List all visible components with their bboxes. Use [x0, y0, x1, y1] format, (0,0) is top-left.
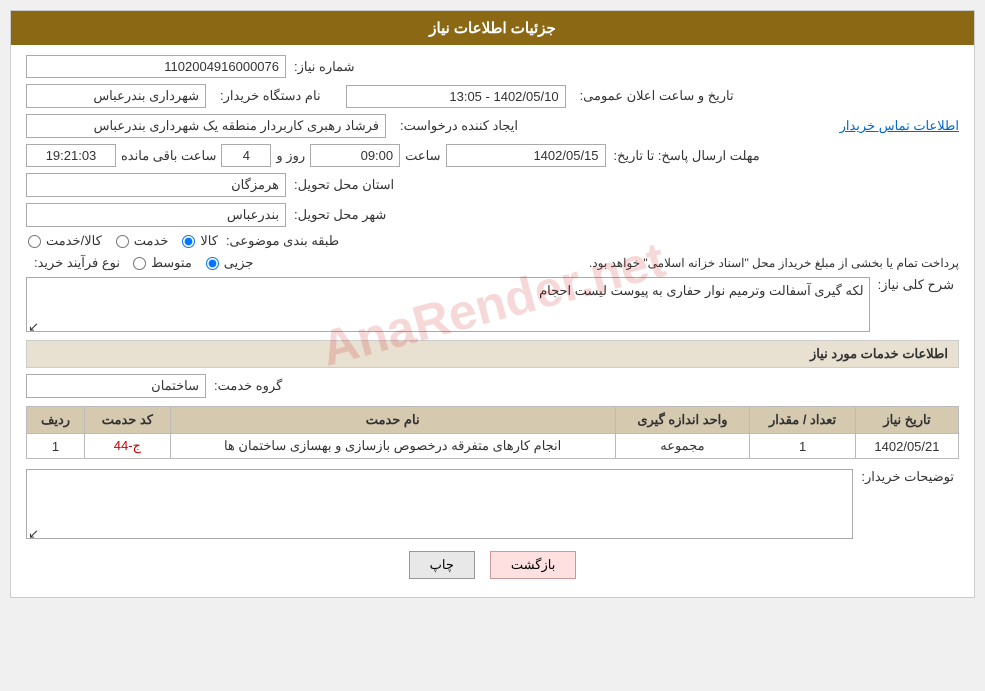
radio-goods-service[interactable]: کالا/خدمت	[26, 233, 102, 249]
deadline-remaining-label: ساعت باقی مانده	[121, 148, 216, 164]
deadline-days-label: روز و	[276, 148, 305, 164]
resize-handle-2: ↙	[29, 526, 39, 536]
deadline-label: مهلت ارسال پاسخ: تا تاریخ:	[614, 148, 760, 164]
creator-field: فرشاد رهبری کاربردار منطقه یک شهرداری بن…	[26, 114, 386, 138]
deadline-date-field: 1402/05/15	[446, 144, 606, 167]
province-label: استان محل تحویل:	[294, 177, 394, 193]
need-number-label: شماره نیاز:	[294, 59, 354, 75]
city-label: شهر محل تحویل:	[294, 207, 386, 223]
province-field: هرمزگان	[26, 173, 286, 197]
resize-handle: ↙	[29, 319, 39, 329]
deadline-remaining-field: 19:21:03	[26, 144, 116, 167]
public-announce-field: 1402/05/10 - 13:05	[346, 85, 566, 108]
page-title: جزئیات اطلاعات نیاز	[11, 11, 974, 45]
purchase-type-label: نوع فرآیند خرید:	[34, 255, 120, 271]
contact-link[interactable]: اطلاعات تماس خریدار	[840, 118, 959, 134]
deadline-time-label: ساعت	[405, 148, 440, 164]
radio-medium[interactable]: متوسط	[131, 255, 192, 271]
description-field: لکه گیری آسفالت وترمیم نوار حفاری به پیو…	[26, 277, 870, 332]
description-label: شرح کلی نیاز:	[878, 277, 954, 293]
creator-label: ایجاد کننده درخواست:	[400, 118, 518, 134]
services-table: تاریخ نیاز تعداد / مقدار واحد اندازه گیر…	[26, 406, 959, 459]
deadline-days-field: 4	[221, 144, 271, 167]
buyer-notes-field: ↙	[26, 469, 853, 539]
buyer-name-label: نام دستگاه خریدار:	[220, 88, 321, 104]
service-group-label: گروه خدمت:	[214, 378, 282, 394]
purchase-note: پرداخت تمام یا بخشی از مبلغ خریداز محل "…	[589, 256, 959, 270]
service-group-field: ساختمان	[26, 374, 206, 398]
city-field: بندرعباس	[26, 203, 286, 227]
radio-service[interactable]: خدمت	[114, 233, 169, 249]
buyer-notes-label: توضیحات خریدار:	[861, 469, 954, 485]
radio-goods[interactable]: کالا	[180, 233, 218, 249]
col-name-header: نام حدمت	[170, 407, 615, 434]
category-label: طبقه بندی موضوعی:	[226, 233, 339, 249]
buyer-name-field: شهرداری بندرعباس	[26, 84, 206, 108]
col-unit-header: واحد اندازه گیری	[615, 407, 750, 434]
col-row-header: ردیف	[27, 407, 85, 434]
services-section-header: اطلاعات خدمات مورد نیاز	[26, 340, 959, 368]
need-number-field: 1102004916000076	[26, 55, 286, 78]
purchase-type-radio-group: متوسط جزیی	[131, 255, 254, 271]
public-announce-label: تاریخ و ساعت اعلان عمومی:	[580, 88, 734, 104]
deadline-time-field: 09:00	[310, 144, 400, 167]
col-qty-header: تعداد / مقدار	[750, 407, 856, 434]
col-date-header: تاریخ نیاز	[855, 407, 958, 434]
radio-partial[interactable]: جزیی	[204, 255, 254, 271]
table-row: 1402/05/211مجموعهانجام کارهای متفرقه درخ…	[27, 434, 959, 459]
print-button[interactable]: چاپ	[409, 551, 475, 579]
category-radio-group: کالا/خدمت خدمت کالا	[26, 233, 218, 249]
col-code-header: کد حدمت	[85, 407, 171, 434]
back-button[interactable]: بازگشت	[490, 551, 576, 579]
